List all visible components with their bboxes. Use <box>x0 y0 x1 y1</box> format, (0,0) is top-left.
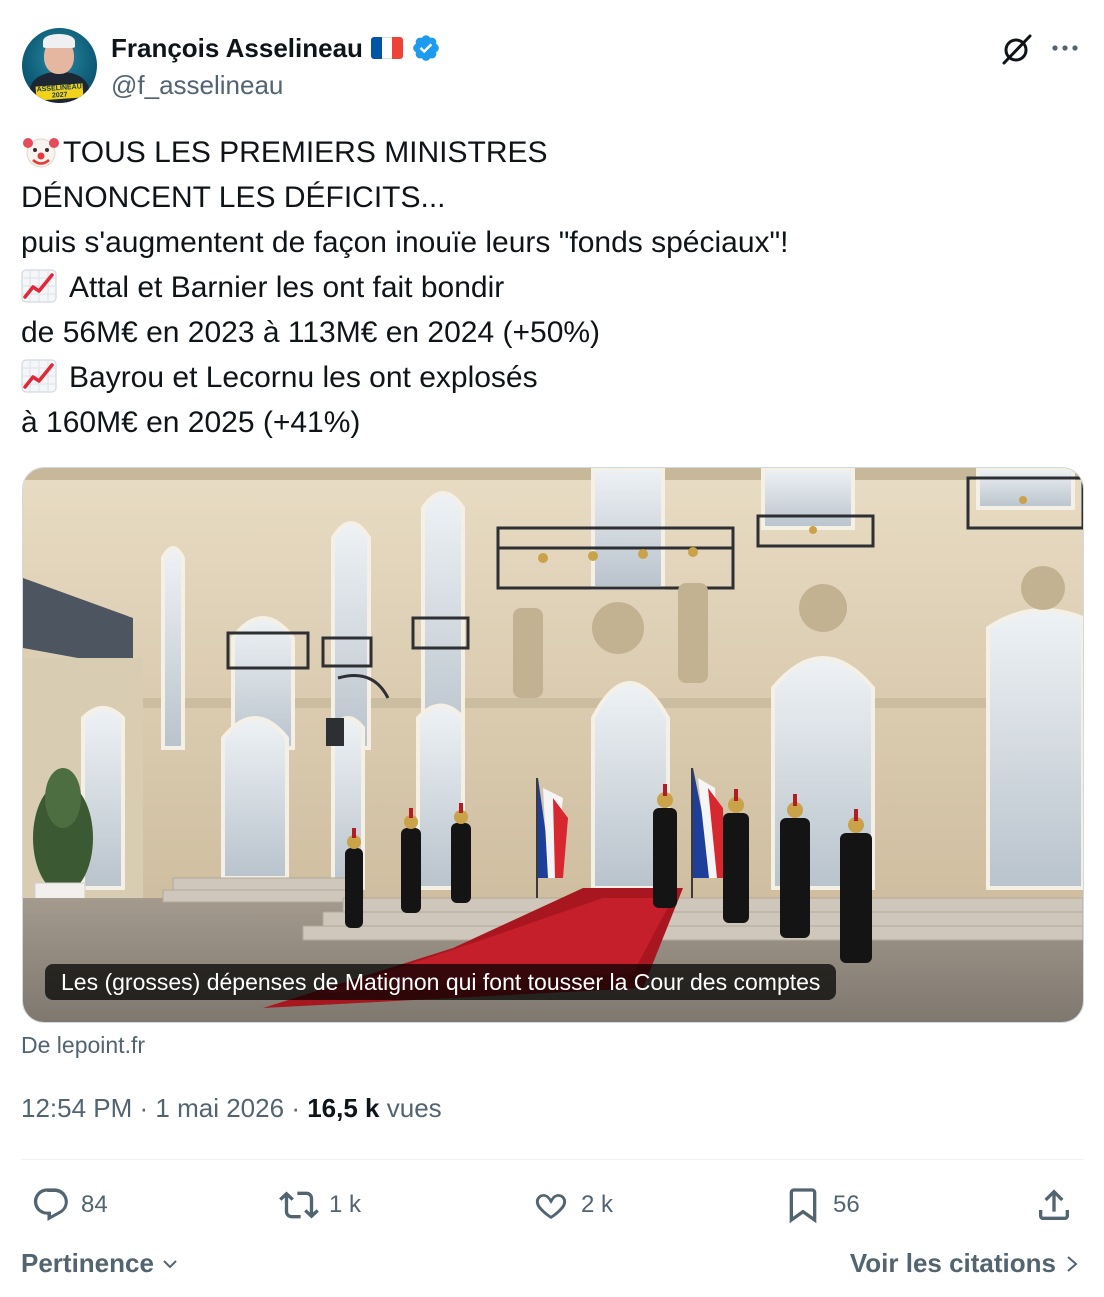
tweet-time[interactable]: 12:54 PM <box>21 1093 132 1123</box>
tweet-line-6-text: Bayrou et Lecornu les ont explosés <box>69 361 538 394</box>
meta-separator: · <box>291 1093 308 1123</box>
reply-count: 84 <box>81 1191 108 1218</box>
tweet-line-5: de 56M€ en 2023 à 113M€ en 2024 (+50%) <box>21 316 601 349</box>
views-label: vues <box>386 1093 442 1123</box>
clown-face-icon <box>23 138 59 168</box>
bookmark-button[interactable]: 56 <box>783 1180 860 1230</box>
tweet-line-3: puis s'augmentent de façon inouïe leurs … <box>21 226 789 259</box>
view-quotes-link[interactable]: Voir les citations <box>850 1248 1080 1279</box>
author-handle[interactable]: @f_asselineau <box>111 70 283 101</box>
link-source[interactable]: De lepoint.fr <box>21 1032 145 1059</box>
action-bar: 84 1 k 2 k 56 <box>21 1180 1084 1230</box>
chart-increasing-icon <box>21 269 57 303</box>
views-count: 16,5 k <box>307 1093 380 1123</box>
avatar[interactable]: ASSELINEAU 2027 <box>22 28 97 103</box>
author-name[interactable]: François Asselineau <box>111 33 363 64</box>
chevron-down-icon <box>163 1259 177 1268</box>
sort-label: Pertinence <box>21 1248 154 1278</box>
tweet-text: TOUS LES PREMIERS MINISTRES DÉNONCENT LE… <box>21 130 789 445</box>
tweet-header: ASSELINEAU 2027 François Asselineau @f_a… <box>22 28 1084 108</box>
avatar-hair <box>43 34 75 48</box>
tweet-date[interactable]: 1 mai 2026 <box>155 1093 284 1123</box>
share-button[interactable] <box>1034 1180 1074 1230</box>
meta-separator: · <box>139 1093 156 1123</box>
like-button[interactable]: 2 k <box>531 1180 613 1230</box>
link-card-caption: Les (grosses) dépenses de Matignon qui f… <box>45 964 837 1000</box>
tweet-line-6: Bayrou et Lecornu les ont explosés <box>21 355 789 400</box>
tweet-meta: 12:54 PM · 1 mai 2026 · 16,5 k vues <box>21 1093 442 1124</box>
verified-badge-icon[interactable] <box>411 33 441 63</box>
tweet-line-7: à 160M€ en 2025 (+41%) <box>21 406 361 439</box>
tweet-line-4: Attal et Barnier les ont fait bondir <box>21 265 789 310</box>
tweet-line-4-text: Attal et Barnier les ont fait bondir <box>69 271 505 304</box>
reply-icon <box>33 1188 68 1221</box>
heart-icon <box>535 1194 567 1220</box>
bookmark-icon <box>789 1188 817 1224</box>
repost-button[interactable]: 1 k <box>279 1180 361 1230</box>
grok-icon[interactable] <box>1000 32 1034 66</box>
tweet-line-1: TOUS LES PREMIERS MINISTRES <box>21 130 789 175</box>
sort-dropdown[interactable]: Pertinence <box>21 1248 180 1279</box>
repost-count: 1 k <box>329 1191 362 1218</box>
bookmark-count: 56 <box>833 1191 860 1218</box>
like-count: 2 k <box>581 1191 614 1218</box>
link-card-image[interactable]: Les (grosses) dépenses de Matignon qui f… <box>22 467 1084 1023</box>
matignon-courtyard-illustration <box>23 468 1083 1022</box>
tweet-line-1-text: TOUS LES PREMIERS MINISTRES <box>63 136 548 169</box>
chart-increasing-icon <box>21 359 57 393</box>
repost-icon <box>279 1191 319 1219</box>
divider <box>21 1159 1084 1160</box>
tweet-line-2: DÉNONCENT LES DÉFICITS... <box>21 181 446 214</box>
author-name-row[interactable]: François Asselineau <box>111 32 441 64</box>
view-quotes-label: Voir les citations <box>849 1248 1056 1278</box>
france-flag-icon <box>370 37 403 59</box>
share-icon <box>1039 1189 1069 1220</box>
reply-button[interactable]: 84 <box>31 1180 108 1230</box>
chevron-right-icon <box>1067 1255 1078 1272</box>
more-icon[interactable] <box>1048 36 1082 60</box>
